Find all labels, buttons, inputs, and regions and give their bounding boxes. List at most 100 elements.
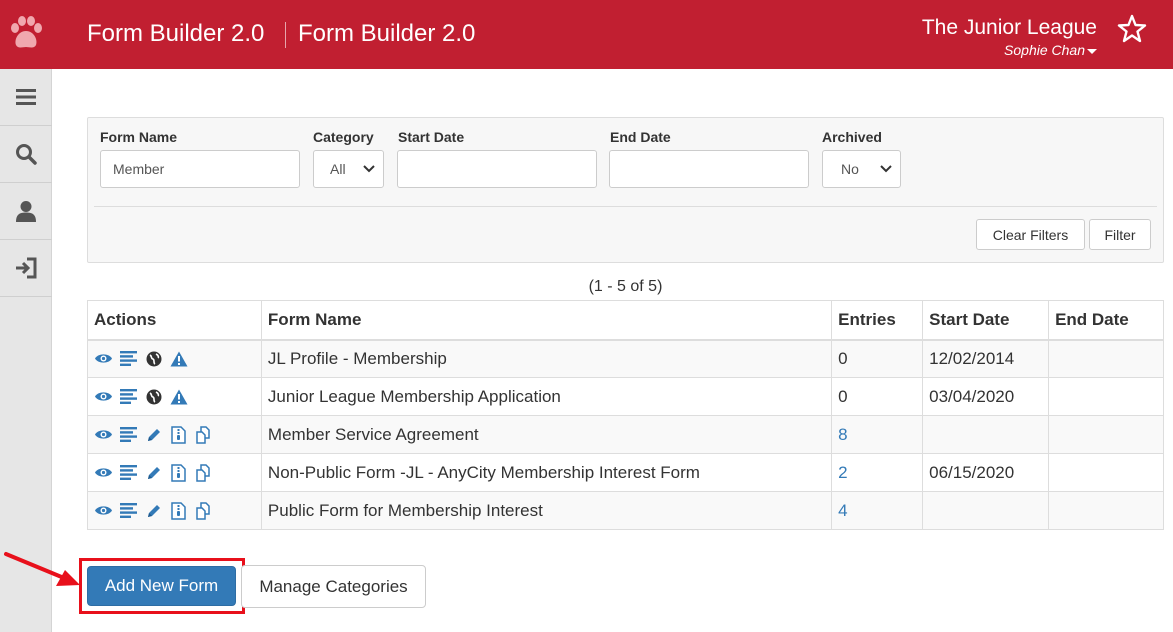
row-actions <box>94 349 255 368</box>
sidebar-item-profile[interactable] <box>0 183 52 240</box>
highlight-annotation <box>79 558 245 614</box>
globe-icon[interactable] <box>144 349 163 368</box>
globe-icon[interactable] <box>144 387 163 406</box>
form-name-label: Form Name <box>100 129 178 145</box>
edit-icon[interactable] <box>144 425 163 444</box>
archived-value: No <box>841 161 859 177</box>
filter-divider <box>94 206 1157 207</box>
chevron-down-icon <box>363 165 375 173</box>
sidebar-item-search[interactable] <box>0 126 52 183</box>
actions-cell <box>87 491 262 530</box>
user-name: Sophie Chan <box>1004 42 1085 58</box>
actions-cell <box>87 453 262 492</box>
view-icon[interactable] <box>94 501 113 520</box>
row-actions <box>94 501 255 520</box>
user-icon <box>16 201 36 222</box>
end-date-cell <box>1048 377 1164 416</box>
table-row: Junior League Membership Application 0 03/… <box>87 377 1164 416</box>
entries-cell-text[interactable]: 8 <box>838 425 847 444</box>
entries-list-icon[interactable] <box>119 387 138 406</box>
column-header-end-date[interactable]: End Date <box>1048 300 1164 341</box>
table-row: Public Form for Membership Interest 4 <box>87 491 1164 530</box>
category-select[interactable]: All <box>313 150 384 188</box>
start-date-cell <box>922 491 1050 530</box>
entries-cell-text[interactable]: 4 <box>838 501 847 520</box>
start-date-cell-text: 03/04/2020 <box>929 386 1015 406</box>
filter-button[interactable]: Filter <box>1089 219 1151 250</box>
entries-cell: 8 <box>831 415 924 454</box>
copy-icon[interactable] <box>194 501 213 520</box>
form-name-cell-text: Public Form for Membership Interest <box>267 500 543 520</box>
column-header-start-date[interactable]: Start Date <box>922 300 1050 341</box>
column-header-entries[interactable]: Entries <box>831 300 924 341</box>
view-icon[interactable] <box>94 349 113 368</box>
entries-cell: 2 <box>831 453 924 492</box>
archive-icon[interactable] <box>169 425 188 444</box>
end-date-cell <box>1048 339 1164 378</box>
sidebar-item-menu[interactable] <box>0 69 52 126</box>
clear-filters-button[interactable]: Clear Filters <box>976 219 1085 250</box>
start-date-cell-text: 12/02/2014 <box>929 348 1015 368</box>
entries-list-icon[interactable] <box>119 501 138 520</box>
org-name: The Junior League <box>921 16 1097 39</box>
form-name-cell-text: JL Profile - Membership <box>267 348 447 368</box>
start-date-cell: 06/15/2020 <box>922 453 1050 492</box>
end-date-cell <box>1048 415 1164 454</box>
row-actions <box>94 463 255 482</box>
star-icon[interactable] <box>1117 14 1147 44</box>
entries-list-icon[interactable] <box>119 425 138 444</box>
table-row: JL Profile - Membership 0 12/02/2014 <box>87 339 1164 378</box>
paw-icon[interactable] <box>8 14 44 54</box>
end-date-input[interactable] <box>609 150 809 188</box>
table-row: Non-Public Form -JL - AnyCity Membership… <box>87 453 1164 492</box>
form-name-cell-text: Member Service Agreement <box>267 424 479 444</box>
table-row: Member Service Agreement 8 <box>87 415 1164 454</box>
archived-select[interactable]: No <box>822 150 901 188</box>
manage-categories-button[interactable]: Manage Categories <box>241 565 426 608</box>
entries-cell-text: 0 <box>838 348 848 368</box>
copy-icon[interactable] <box>194 425 213 444</box>
view-icon[interactable] <box>94 463 113 482</box>
user-menu[interactable]: Sophie Chan <box>1004 42 1097 58</box>
category-value: All <box>330 161 346 177</box>
entries-cell-text: 0 <box>838 386 848 406</box>
start-date-cell: 03/04/2020 <box>922 377 1050 416</box>
form-name-input[interactable] <box>100 150 300 188</box>
start-date-label: Start Date <box>398 129 465 145</box>
view-icon[interactable] <box>94 387 113 406</box>
warning-icon[interactable] <box>169 349 188 368</box>
search-icon <box>16 144 37 165</box>
start-date-cell: 12/02/2014 <box>922 339 1050 378</box>
actions-cell <box>87 415 262 454</box>
start-date-cell <box>922 415 1050 454</box>
entries-list-icon[interactable] <box>119 463 138 482</box>
title-divider <box>285 22 286 48</box>
form-name-cell: Member Service Agreement <box>260 415 833 454</box>
start-date-input[interactable] <box>397 150 597 188</box>
archive-icon[interactable] <box>169 501 188 520</box>
copy-icon[interactable] <box>194 463 213 482</box>
filter-panel: Form Name Category All Start Date End Da… <box>87 117 1164 263</box>
entries-cell-text[interactable]: 2 <box>838 463 847 482</box>
entries-cell: 4 <box>831 491 924 530</box>
form-name-cell: Non-Public Form -JL - AnyCity Membership… <box>260 453 833 492</box>
warning-icon[interactable] <box>169 387 188 406</box>
app-title: Form Builder 2.0 <box>87 20 265 47</box>
top-header: Form Builder 2.0 Form Builder 2.0 The Ju… <box>0 0 1173 69</box>
forms-table: Actions Form Name Entries Start Date End… <box>87 300 1164 530</box>
edit-icon[interactable] <box>144 463 163 482</box>
view-icon[interactable] <box>94 425 113 444</box>
form-name-cell: Public Form for Membership Interest <box>260 491 833 530</box>
results-count: (1 - 5 of 5) <box>588 278 663 295</box>
column-header-actions: Actions <box>87 300 262 341</box>
entries-cell: 0 <box>831 339 924 378</box>
edit-icon[interactable] <box>144 501 163 520</box>
row-actions <box>94 425 255 444</box>
actions-cell <box>87 377 262 416</box>
column-header-form-name[interactable]: Form Name <box>260 300 833 341</box>
archive-icon[interactable] <box>169 463 188 482</box>
table-header-row: Actions Form Name Entries Start Date End… <box>87 300 1164 341</box>
sidebar-item-logout[interactable] <box>0 240 52 297</box>
actions-cell <box>87 339 262 378</box>
entries-list-icon[interactable] <box>119 349 138 368</box>
